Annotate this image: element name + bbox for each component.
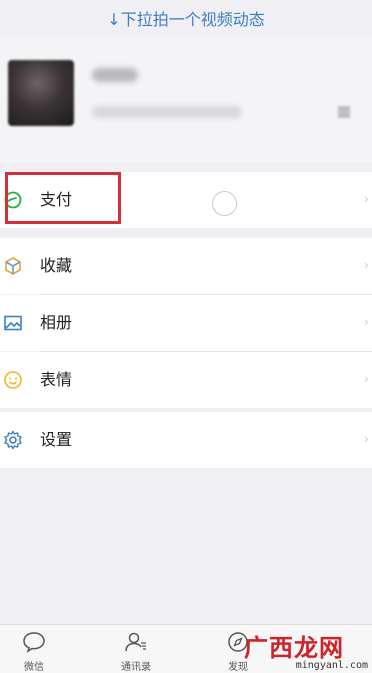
chat-bubble-icon [22, 631, 46, 653]
smile-icon [3, 370, 23, 390]
menu-item-settings[interactable]: 设置 › [0, 412, 372, 468]
blurred-nickname [92, 68, 138, 82]
menu-item-label: 设置 [40, 430, 73, 449]
chevron-right-icon: › [364, 432, 369, 446]
contacts-icon [124, 631, 148, 653]
menu-item-stickers[interactable]: 表情 › [0, 352, 372, 408]
cube-icon [3, 256, 23, 276]
profile-card[interactable] [0, 36, 372, 162]
menu-item-label: 相册 [40, 313, 73, 332]
menu-item-album[interactable]: 相册 › [0, 295, 372, 351]
loading-spinner-icon [212, 191, 237, 216]
tab-contacts[interactable]: 通讯录 [106, 625, 166, 673]
blurred-wechat-id [92, 106, 242, 118]
pull-down-hint: ↓下拉拍一个视频动态 [107, 10, 265, 29]
watermark: 广西龙网 mingyanl.com [244, 624, 372, 673]
watermark-url: mingyanl.com [295, 660, 368, 671]
qr-code-icon[interactable] [338, 106, 350, 118]
menu-item-label: 表情 [40, 370, 73, 389]
menu-item-favorites[interactable]: 收藏 › [0, 238, 372, 294]
tab-label: 微信 [24, 662, 44, 673]
avatar[interactable] [8, 60, 74, 126]
watermark-logo: 广西龙网 [244, 633, 344, 662]
chevron-right-icon: › [364, 315, 369, 329]
gear-icon [3, 430, 23, 450]
image-icon [3, 313, 23, 333]
chevron-right-icon: › [364, 192, 369, 206]
tab-label: 通讯录 [121, 662, 151, 673]
chevron-right-icon: › [364, 258, 369, 272]
menu-item-label: 收藏 [40, 256, 73, 275]
highlight-box [5, 172, 121, 224]
tab-chats[interactable]: 微信 [4, 625, 64, 673]
chevron-right-icon: › [364, 372, 369, 386]
